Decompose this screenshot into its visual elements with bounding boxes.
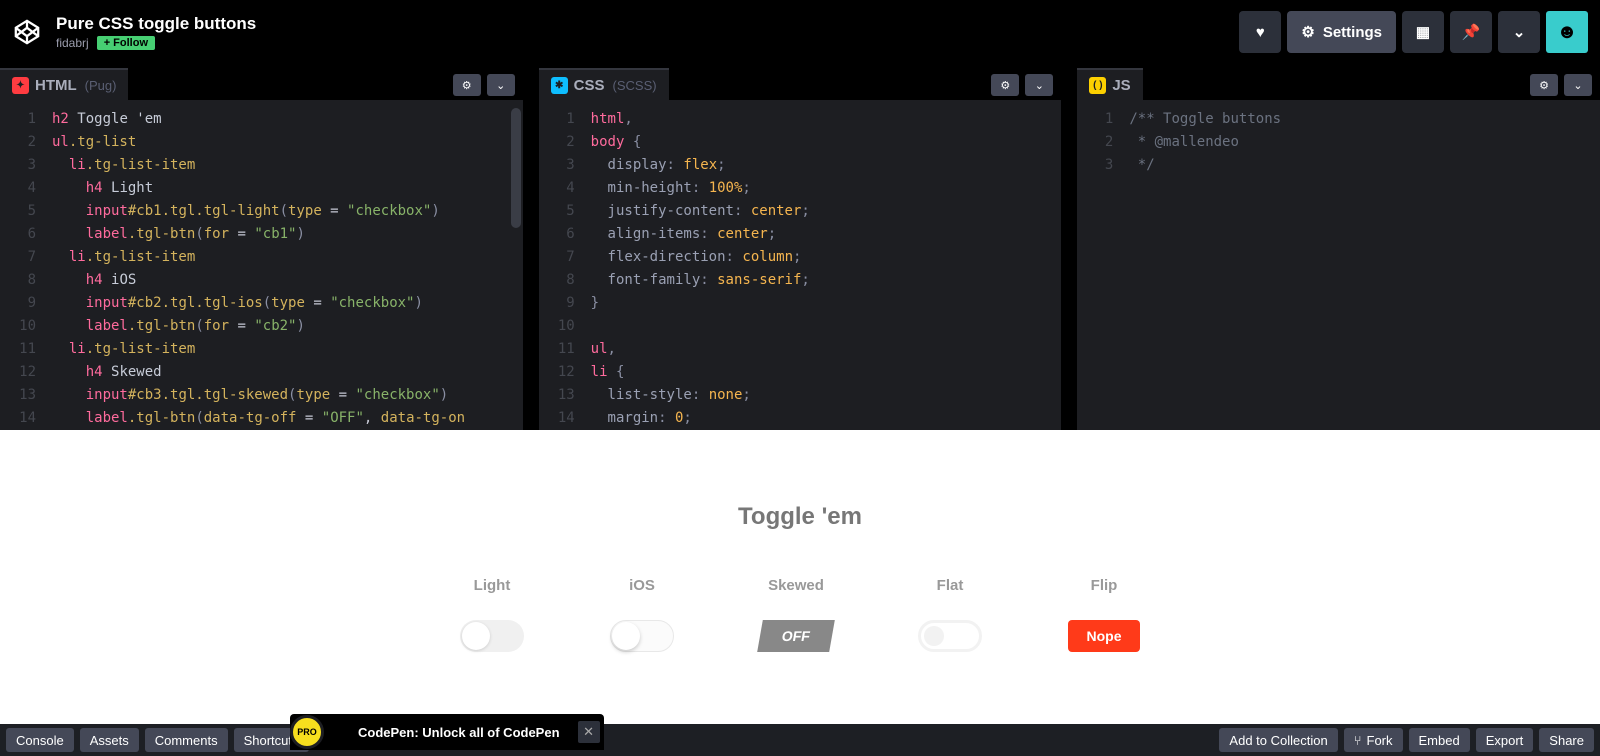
list-item: Flip Nope: [1068, 577, 1140, 652]
toggle-label: iOS: [629, 577, 655, 594]
gear-icon: ⚙: [462, 79, 472, 92]
author-link[interactable]: fidabrj: [56, 36, 89, 50]
grid-icon: ▦: [1416, 23, 1430, 41]
fork-button[interactable]: ⑂Fork: [1344, 728, 1403, 752]
code-content[interactable]: h2 Toggle 'em ul.tg-list li.tg-list-item…: [46, 100, 523, 430]
codepen-logo[interactable]: [12, 17, 42, 47]
close-icon: ✕: [583, 724, 594, 739]
code-content[interactable]: /** Toggle buttons * @mallendeo */: [1123, 100, 1600, 430]
assets-button[interactable]: Assets: [80, 728, 139, 752]
html-code-area[interactable]: 1234567891011121314 h2 Toggle 'em ul.tg-…: [0, 100, 523, 430]
preview-frame: Toggle 'em Light iOS Skewed OFF Flat Fli…: [0, 430, 1600, 724]
toggle-flip[interactable]: Nope: [1068, 620, 1140, 652]
toggle-label: Flip: [1091, 577, 1118, 594]
console-button[interactable]: Console: [6, 728, 74, 752]
chevron-down-icon: ⌄: [496, 79, 505, 92]
css-icon: ✱: [551, 77, 568, 94]
toggle-skewed[interactable]: OFF: [757, 620, 835, 652]
js-code-area[interactable]: 123 /** Toggle buttons * @mallendeo */: [1077, 100, 1600, 430]
toggle-list: Light iOS Skewed OFF Flat Flip Nope: [460, 577, 1140, 652]
layout-button[interactable]: ▦: [1402, 11, 1444, 53]
toggle-flat[interactable]: [918, 620, 982, 652]
dropdown-button[interactable]: ⌄: [1498, 11, 1540, 53]
toggle-label: Light: [474, 577, 511, 594]
comments-button[interactable]: Comments: [145, 728, 228, 752]
embed-button[interactable]: Embed: [1409, 728, 1470, 752]
user-avatar[interactable]: ☻: [1546, 11, 1588, 53]
share-button[interactable]: Share: [1539, 728, 1594, 752]
css-editor-pane: ✱ CSS (SCSS) ⚙ ⌄ 1234567891011121314 htm…: [539, 64, 1062, 430]
css-code-area[interactable]: 1234567891011121314 html, body { display…: [539, 100, 1062, 430]
app-footer: Console Assets Comments Shortcuts Add to…: [0, 724, 1600, 756]
js-icon: ( ): [1089, 77, 1106, 94]
gear-icon: ⚙: [1000, 79, 1010, 92]
pro-badge: PRO: [290, 715, 324, 749]
pane-settings-button[interactable]: ⚙: [991, 74, 1019, 96]
editor-row: ✦ HTML (Pug) ⚙ ⌄ 1234567891011121314 h2 …: [0, 64, 1600, 430]
chevron-down-icon: ⌄: [1513, 23, 1526, 41]
toggle-label: Skewed: [768, 577, 824, 594]
toggle-ios[interactable]: [610, 620, 674, 652]
pin-icon: 📌: [1462, 23, 1481, 41]
pane-sublabel: (SCSS): [613, 78, 657, 93]
chevron-down-icon: ⌄: [1573, 79, 1582, 92]
html-editor-pane: ✦ HTML (Pug) ⚙ ⌄ 1234567891011121314 h2 …: [0, 64, 523, 430]
list-item: Skewed OFF: [760, 577, 832, 652]
settings-label: Settings: [1323, 24, 1382, 41]
scrollbar[interactable]: [511, 108, 521, 228]
gear-icon: ⚙: [1539, 79, 1549, 92]
settings-button[interactable]: ⚙ Settings: [1287, 11, 1396, 53]
love-button[interactable]: ♥: [1239, 11, 1281, 53]
follow-button[interactable]: + Follow: [97, 36, 155, 50]
promo-banner: PRO CodePen: Unlock all of CodePen ✕: [290, 714, 604, 750]
list-item: Flat: [918, 577, 982, 652]
add-collection-button[interactable]: Add to Collection: [1219, 728, 1337, 752]
toggle-light[interactable]: [460, 620, 524, 652]
app-header: Pure CSS toggle buttons fidabrj + Follow…: [0, 0, 1600, 64]
js-tab[interactable]: ( ) JS: [1077, 68, 1142, 100]
pane-label: JS: [1112, 77, 1130, 94]
pane-settings-button[interactable]: ⚙: [453, 74, 481, 96]
close-promo-button[interactable]: ✕: [578, 721, 600, 743]
pane-settings-button[interactable]: ⚙: [1530, 74, 1558, 96]
css-tab[interactable]: ✱ CSS (SCSS): [539, 68, 669, 100]
js-editor-pane: ( ) JS ⚙ ⌄ 123 /** Toggle buttons * @mal…: [1077, 64, 1600, 430]
list-item: iOS: [610, 577, 674, 652]
pin-button[interactable]: 📌: [1450, 11, 1492, 53]
pane-dropdown-button[interactable]: ⌄: [1564, 74, 1592, 96]
list-item: Light: [460, 577, 524, 652]
gear-icon: ⚙: [1301, 23, 1314, 41]
heart-icon: ♥: [1256, 24, 1265, 41]
pen-title[interactable]: Pure CSS toggle buttons: [56, 14, 256, 34]
pane-dropdown-button[interactable]: ⌄: [1025, 74, 1053, 96]
pane-label: CSS: [574, 77, 605, 94]
toggle-label: Flat: [937, 577, 964, 594]
promo-text[interactable]: CodePen: Unlock all of CodePen: [324, 725, 578, 740]
line-gutter: 1234567891011121314: [539, 100, 585, 430]
export-button[interactable]: Export: [1476, 728, 1534, 752]
html-tab[interactable]: ✦ HTML (Pug): [0, 68, 128, 100]
pane-dropdown-button[interactable]: ⌄: [487, 74, 515, 96]
line-gutter: 123: [1077, 100, 1123, 430]
chevron-down-icon: ⌄: [1035, 79, 1044, 92]
fork-icon: ⑂: [1354, 733, 1362, 748]
pane-sublabel: (Pug): [85, 78, 117, 93]
preview-heading: Toggle 'em: [738, 503, 862, 531]
code-content[interactable]: html, body { display: flex; min-height: …: [585, 100, 1062, 430]
line-gutter: 1234567891011121314: [0, 100, 46, 430]
pane-label: HTML: [35, 77, 77, 94]
html-icon: ✦: [12, 77, 29, 94]
